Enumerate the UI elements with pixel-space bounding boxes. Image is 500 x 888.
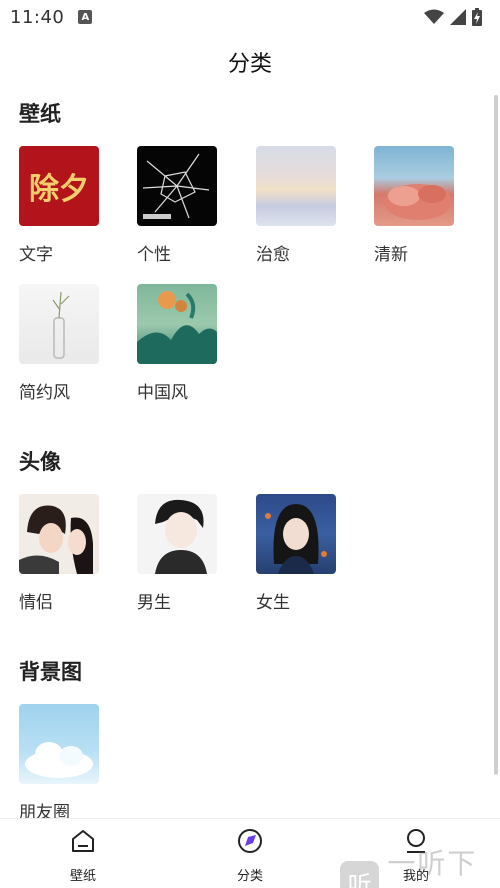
section-title: 背景图 <box>19 660 82 684</box>
thumbnail-image <box>19 494 99 574</box>
status-icons <box>424 8 482 26</box>
thumbnail-image <box>256 146 336 226</box>
section-avatar: 头像 情侣 男生 女生 <box>19 446 479 613</box>
section-background: 背景图 朋友圈 <box>19 656 479 818</box>
thumbnail-image: 除夕 <box>19 146 99 226</box>
category-tile-gexing[interactable]: 个性 <box>137 146 219 265</box>
page-title: 分类 <box>227 52 272 77</box>
category-tile-nvsheng[interactable]: 女生 <box>256 494 338 613</box>
blossom-tree-graphic <box>384 184 452 220</box>
watermark: 听 一听下载 <box>340 842 500 888</box>
category-tile-wenzi[interactable]: 除夕 文字 <box>19 146 101 265</box>
signal-icon <box>450 9 466 25</box>
battery-icon <box>472 8 482 26</box>
cloud-graphic <box>25 742 93 778</box>
couple-graphic <box>19 505 93 574</box>
nav-label: 分类 <box>236 869 263 884</box>
thumbnail-image <box>374 146 454 226</box>
wifi-icon <box>424 9 444 24</box>
category-tile-zhiyu[interactable]: 治愈 <box>256 146 338 265</box>
watermark-logo: 听 <box>340 861 380 888</box>
tile-label: 个性 <box>137 245 171 265</box>
tile-label: 治愈 <box>256 245 290 265</box>
boy-avatar-graphic <box>155 499 207 574</box>
tile-label: 中国风 <box>137 383 188 403</box>
tile-label: 女生 <box>256 593 290 613</box>
watermark-text: 一听下载 <box>387 847 478 888</box>
category-icon <box>238 829 262 853</box>
thumbnail-image <box>137 284 217 364</box>
thumbnail-image <box>137 494 217 574</box>
category-tile-qingxin[interactable]: 清新 <box>374 146 456 265</box>
home-icon <box>72 830 94 852</box>
vase-graphic <box>52 291 70 359</box>
nav-item-category[interactable]: 分类 <box>200 827 300 884</box>
tile-label: 清新 <box>374 245 408 265</box>
thumbnail-text: 除夕 <box>29 172 89 207</box>
tile-label: 文字 <box>19 245 53 265</box>
nav-label: 壁纸 <box>69 869 96 884</box>
category-tile-qinglv[interactable]: 情侣 <box>19 494 101 613</box>
tile-label: 情侣 <box>19 593 53 613</box>
shattered-glass-graphic <box>142 153 210 219</box>
tile-label: 朋友圈 <box>19 803 70 818</box>
notification-icon: A <box>78 10 93 24</box>
landscape-graphic <box>137 291 217 364</box>
section-title: 头像 <box>19 450 61 474</box>
nav-item-wallpaper[interactable]: 壁纸 <box>33 827 133 884</box>
category-tile-pengyou[interactable]: 朋友圈 <box>19 704 101 818</box>
status-time: 11:40 <box>10 6 65 28</box>
thumbnail-image <box>137 146 217 226</box>
thumbnail-image <box>256 494 336 574</box>
category-tile-zhongguo[interactable]: 中国风 <box>137 284 219 403</box>
category-tile-jianyue[interactable]: 简约风 <box>19 284 101 403</box>
tile-label: 男生 <box>137 593 171 613</box>
status-bar: 11:40 A <box>0 0 500 34</box>
section-title: 壁纸 <box>19 102 61 126</box>
thumbnail-image <box>19 284 99 364</box>
section-wallpaper: 壁纸 除夕 文字 个性 治愈 清新 简约风 中国风 <box>19 98 479 403</box>
category-tile-nansheng[interactable]: 男生 <box>137 494 219 613</box>
girl-avatar-graphic <box>265 504 327 574</box>
thumbnail-image <box>19 704 99 784</box>
category-content: 壁纸 除夕 文字 个性 治愈 清新 简约风 中国风 头像 情侣 男生 女生 背景… <box>0 88 500 818</box>
tile-label: 简约风 <box>19 383 70 403</box>
